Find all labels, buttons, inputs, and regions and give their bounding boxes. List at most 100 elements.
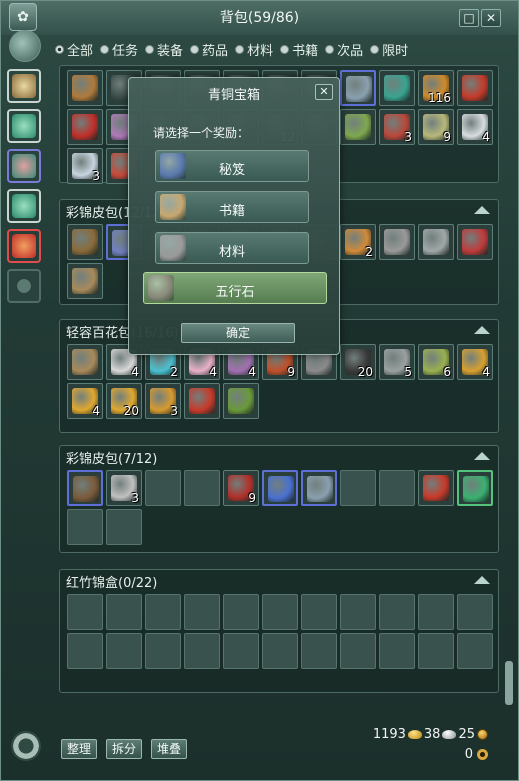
item-slot[interactable]: [418, 470, 454, 506]
item-slot[interactable]: 3: [67, 148, 103, 184]
empty-slot[interactable]: [106, 633, 142, 669]
reward-option[interactable]: 材料: [155, 232, 309, 264]
filter-tab[interactable]: 限时: [370, 40, 408, 59]
item-slot[interactable]: 6: [418, 344, 454, 380]
empty-slot[interactable]: [223, 633, 259, 669]
empty-slot[interactable]: [184, 594, 220, 630]
item-slot[interactable]: 20: [340, 344, 376, 380]
item-slot[interactable]: [340, 70, 376, 106]
item-slot[interactable]: [457, 224, 493, 260]
item-slot[interactable]: [223, 383, 259, 419]
filter-tab[interactable]: 任务: [100, 40, 138, 59]
item-slot[interactable]: 3: [145, 383, 181, 419]
item-slot[interactable]: 9: [223, 470, 259, 506]
bag-tab-3[interactable]: [7, 149, 41, 183]
empty-slot[interactable]: [301, 594, 337, 630]
item-slot[interactable]: [457, 470, 493, 506]
close-button[interactable]: ✕: [481, 9, 501, 27]
red-jar-icon: [423, 475, 449, 501]
empty-slot[interactable]: [379, 470, 415, 506]
reward-option[interactable]: 秘笈: [155, 150, 309, 182]
collapse-arrow-icon[interactable]: [474, 576, 490, 584]
item-slot[interactable]: [67, 109, 103, 145]
empty-slot[interactable]: [340, 594, 376, 630]
item-slot[interactable]: [379, 224, 415, 260]
item-slot[interactable]: [301, 470, 337, 506]
reward-option[interactable]: 五行石: [143, 272, 327, 304]
empty-slot[interactable]: [145, 470, 181, 506]
split-button[interactable]: 拆分: [106, 739, 143, 759]
empty-slot[interactable]: [301, 633, 337, 669]
empty-slot[interactable]: [67, 594, 103, 630]
item-slot[interactable]: 3: [379, 109, 415, 145]
empty-slot[interactable]: [145, 594, 181, 630]
filter-tab[interactable]: 书籍: [280, 40, 318, 59]
empty-slot[interactable]: [67, 509, 103, 545]
collapse-arrow-icon[interactable]: [474, 206, 490, 214]
bag-tab-2[interactable]: [7, 109, 41, 143]
empty-slot[interactable]: [418, 594, 454, 630]
bag-tab-1[interactable]: [7, 69, 41, 103]
empty-slot[interactable]: [340, 633, 376, 669]
bag-tab-4[interactable]: [7, 189, 41, 223]
item-slot[interactable]: [418, 224, 454, 260]
item-slot[interactable]: [67, 344, 103, 380]
empty-slot[interactable]: [106, 594, 142, 630]
empty-slot[interactable]: [106, 509, 142, 545]
scrollbar-thumb[interactable]: [505, 661, 513, 705]
filter-tab[interactable]: 药品: [190, 40, 228, 59]
inventory-window: ✿ 背包(59/86) □ ✕ 全部任务装备药品材料书籍次品限时 1161239…: [0, 0, 519, 781]
item-slot[interactable]: 9: [418, 109, 454, 145]
item-slot[interactable]: 116: [418, 70, 454, 106]
collapse-arrow-icon[interactable]: [474, 452, 490, 460]
gear-icon[interactable]: [11, 731, 41, 761]
item-slot[interactable]: 4: [457, 344, 493, 380]
collapse-arrow-icon[interactable]: [474, 326, 490, 334]
empty-slot[interactable]: [145, 633, 181, 669]
sort-button[interactable]: 整理: [61, 739, 98, 759]
item-slot[interactable]: 20: [106, 383, 142, 419]
bag-tab-5[interactable]: [7, 229, 41, 263]
empty-slot[interactable]: [223, 594, 259, 630]
filter-tab[interactable]: 次品: [325, 40, 363, 59]
window-title: 背包(59/86): [219, 10, 300, 26]
maximize-button[interactable]: □: [459, 9, 479, 27]
item-slot[interactable]: [67, 470, 103, 506]
item-slot[interactable]: [184, 383, 220, 419]
bag-tab-locked[interactable]: [7, 269, 41, 303]
empty-slot[interactable]: [184, 470, 220, 506]
stack-button[interactable]: 堆叠: [151, 739, 188, 759]
item-slot[interactable]: [340, 109, 376, 145]
book-icon: [72, 229, 98, 255]
item-slot[interactable]: 4: [457, 109, 493, 145]
item-slot[interactable]: 2: [340, 224, 376, 260]
radio-icon: [100, 44, 110, 54]
item-slot[interactable]: [67, 70, 103, 106]
empty-slot[interactable]: [67, 633, 103, 669]
item-slot[interactable]: [457, 70, 493, 106]
item-slot[interactable]: [67, 263, 103, 299]
item-slot[interactable]: 5: [379, 344, 415, 380]
title-bar[interactable]: ✿ 背包(59/86) □ ✕: [1, 1, 518, 35]
confirm-button[interactable]: 确定: [181, 323, 295, 343]
empty-slot[interactable]: [379, 594, 415, 630]
item-slot[interactable]: [67, 224, 103, 260]
empty-slot[interactable]: [340, 470, 376, 506]
bag-side-tabs: [7, 69, 45, 309]
filter-tab[interactable]: 材料: [235, 40, 273, 59]
filter-tab[interactable]: 全部: [55, 40, 93, 59]
item-slot[interactable]: [262, 470, 298, 506]
reward-option[interactable]: 书籍: [155, 191, 309, 223]
empty-slot[interactable]: [457, 594, 493, 630]
empty-slot[interactable]: [184, 633, 220, 669]
item-slot[interactable]: 4: [67, 383, 103, 419]
empty-slot[interactable]: [457, 633, 493, 669]
item-slot[interactable]: [379, 70, 415, 106]
empty-slot[interactable]: [262, 633, 298, 669]
empty-slot[interactable]: [262, 594, 298, 630]
item-slot[interactable]: 3: [106, 470, 142, 506]
empty-slot[interactable]: [379, 633, 415, 669]
dialog-close-button[interactable]: ✕: [315, 84, 333, 100]
filter-tab[interactable]: 装备: [145, 40, 183, 59]
empty-slot[interactable]: [418, 633, 454, 669]
